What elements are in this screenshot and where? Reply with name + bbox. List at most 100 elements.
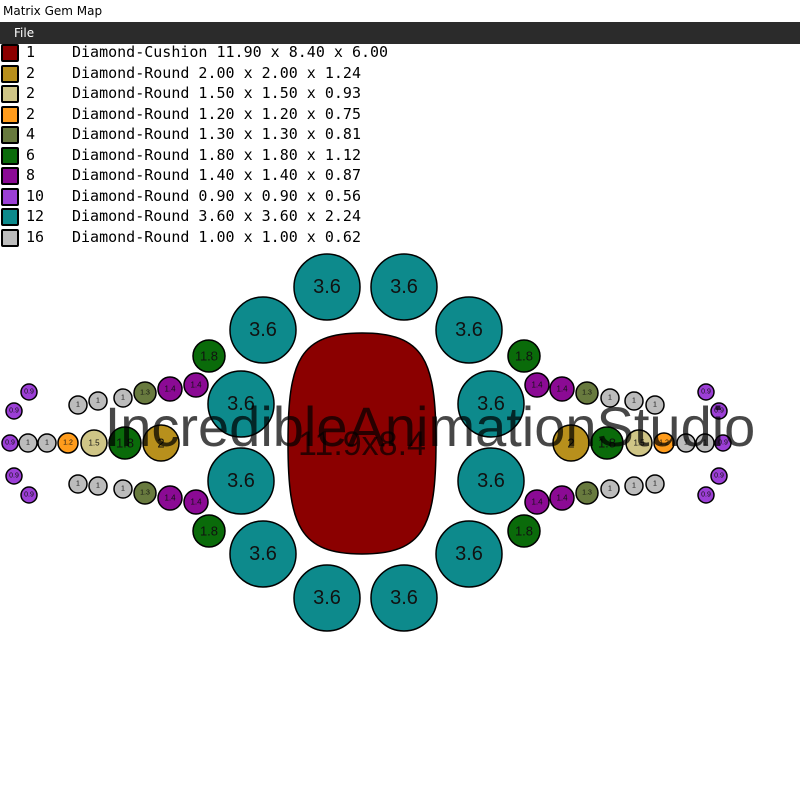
gem-size-label: 1.2 (63, 440, 73, 447)
gem-size-label: 1.5 (88, 439, 100, 448)
legend-description: Diamond-Round 1.20 x 1.20 x 0.75 (72, 104, 361, 123)
legend-description: Diamond-Round 1.80 x 1.80 x 1.12 (72, 145, 361, 164)
gem-size-label: 0.9 (714, 473, 724, 480)
gem-stone[interactable]: 1.8 (192, 514, 226, 548)
gem-size-label: 1.4 (556, 494, 568, 503)
title-bar: Matrix Gem Map (0, 0, 800, 22)
gem-size-label: 3.6 (477, 470, 505, 492)
gem-size-label: 0.9 (24, 389, 34, 396)
gem-stone[interactable]: 1 (88, 476, 108, 496)
gem-size-label: 1 (96, 483, 100, 490)
gem-size-label: 1 (608, 486, 612, 493)
legend-count: 8 (26, 166, 36, 184)
gem-size-label: 1.4 (190, 381, 202, 390)
gem-size-label: 1.4 (531, 381, 543, 390)
gem-stone[interactable]: 3.6 (435, 296, 503, 364)
legend-description: Diamond-Round 2.00 x 2.00 x 1.24 (72, 63, 361, 82)
legend-description: Diamond-Cushion 11.90 x 8.40 x 6.00 (72, 43, 389, 61)
color-swatch (1, 64, 19, 83)
gem-stone[interactable]: 0.9 (710, 467, 728, 485)
color-swatch (1, 126, 19, 144)
gem-stone[interactable]: 3.6 (370, 564, 438, 632)
watermark: IncredibleAnimationStudio (105, 395, 756, 458)
gem-stone[interactable]: 1.3 (133, 481, 157, 505)
legend-row: 1 Diamond-Cushion 11.90 x 8.40 x 6.00 (0, 43, 420, 63)
gem-stone[interactable]: 1 (113, 479, 133, 499)
gem-stone[interactable]: 1.4 (157, 485, 183, 511)
gem-stone[interactable]: 1.3 (575, 481, 599, 505)
gem-size-label: 0.9 (9, 473, 19, 480)
gem-size-label: 3.6 (249, 543, 277, 565)
gem-stone[interactable]: 1.5 (80, 429, 108, 457)
gem-stone[interactable]: 0.9 (20, 383, 38, 401)
legend-row: 16 Diamond-Round 1.00 x 1.00 x 0.62 (0, 228, 420, 248)
color-swatch (1, 146, 19, 165)
gem-stone[interactable]: 0.9 (20, 486, 38, 504)
color-swatch (1, 208, 19, 226)
menu-file[interactable]: File (6, 22, 42, 44)
gem-stone[interactable]: 1 (68, 474, 88, 494)
gem-stone[interactable]: 3.6 (370, 253, 438, 321)
legend-row: 12 Diamond-Round 3.60 x 3.60 x 2.24 (0, 207, 420, 227)
legend-row: 4 Diamond-Round 1.30 x 1.30 x 0.81 (0, 125, 420, 145)
gem-stone[interactable]: 1 (18, 433, 38, 453)
gem-size-label: 0.9 (9, 408, 19, 415)
legend-count: 2 (26, 63, 36, 82)
legend-count: 6 (26, 145, 36, 164)
gem-map: 3.6 3.63.6 3.63.6 3.63.6 3.63.6 3.63.6 3.61.8 1… (1, 253, 756, 632)
gem-stone[interactable]: 3.6 (229, 296, 297, 364)
gem-stone[interactable]: 3.6 (435, 520, 503, 588)
window-title: Matrix Gem Map (3, 4, 103, 18)
gem-stone[interactable]: 1.8 (507, 514, 541, 548)
legend-row: 6 Diamond-Round 1.80 x 1.80 x 1.12 (0, 146, 420, 166)
gem-size-label: 1.4 (190, 498, 202, 507)
gem-stone[interactable]: 1.8 (507, 339, 541, 373)
gem-stone[interactable]: 1.4 (524, 489, 550, 515)
gem-stone[interactable]: 1.4 (549, 485, 575, 511)
legend-description: Diamond-Round 1.40 x 1.40 x 0.87 (72, 166, 361, 184)
gem-stone[interactable]: 1 (624, 476, 644, 496)
gem-stone[interactable]: 1.4 (524, 372, 550, 398)
legend-count: 2 (26, 104, 36, 123)
gem-stone[interactable]: 1 (645, 474, 665, 494)
gem-stone[interactable]: 0.9 (5, 402, 23, 420)
gem-stone[interactable]: 1.8 (192, 339, 226, 373)
gem-stone[interactable]: 0.9 (5, 467, 23, 485)
gem-size-label: 1 (632, 483, 636, 490)
legend-count: 2 (26, 84, 36, 102)
gem-stone[interactable]: 1 (37, 433, 57, 453)
color-swatch (1, 187, 19, 206)
legend-description: Diamond-Round 1.00 x 1.00 x 0.62 (72, 227, 361, 246)
gem-size-label: 1.4 (164, 385, 176, 394)
legend-count: 10 (26, 186, 45, 205)
legend-count: 16 (26, 227, 45, 246)
gem-size-label: 1.8 (515, 349, 533, 364)
color-swatch (1, 167, 19, 185)
gem-stone[interactable]: 1.2 (57, 432, 79, 454)
gem-size-label: 3.6 (390, 587, 418, 609)
legend-row: 8 Diamond-Round 1.40 x 1.40 x 0.87 (0, 166, 420, 186)
color-swatch (1, 228, 19, 247)
gem-stone[interactable]: 1.4 (183, 489, 209, 515)
gem-size-label: 3.6 (227, 470, 255, 492)
gem-size-label: 0.9 (5, 440, 15, 447)
gem-stone[interactable]: 3.6 (293, 253, 361, 321)
legend-description: Diamond-Round 3.60 x 3.60 x 2.24 (72, 207, 361, 225)
gem-size-label: 3.6 (313, 587, 341, 609)
gem-stone[interactable]: 3.6 (229, 520, 297, 588)
gem-stone[interactable]: 0.9 (697, 486, 715, 504)
gem-stone[interactable]: 1 (600, 479, 620, 499)
gem-stone[interactable]: 1 (68, 395, 88, 415)
gem-size-label: 3.6 (313, 276, 341, 298)
legend-row: 10 Diamond-Round 0.90 x 0.90 x 0.56 (0, 187, 420, 207)
gem-size-label: 3.6 (390, 276, 418, 298)
legend-count: 1 (26, 43, 36, 61)
gem-size-label: 1.4 (164, 494, 176, 503)
gem-size-label: 3.6 (249, 319, 277, 341)
gem-size-label: 1.4 (531, 498, 543, 507)
legend-description: Diamond-Round 0.90 x 0.90 x 0.56 (72, 186, 361, 205)
legend-count: 4 (26, 125, 36, 143)
gem-stone[interactable]: 1.4 (183, 372, 209, 398)
gem-stone[interactable]: 3.6 (293, 564, 361, 632)
gem-stone[interactable]: 0.9 (1, 434, 19, 452)
